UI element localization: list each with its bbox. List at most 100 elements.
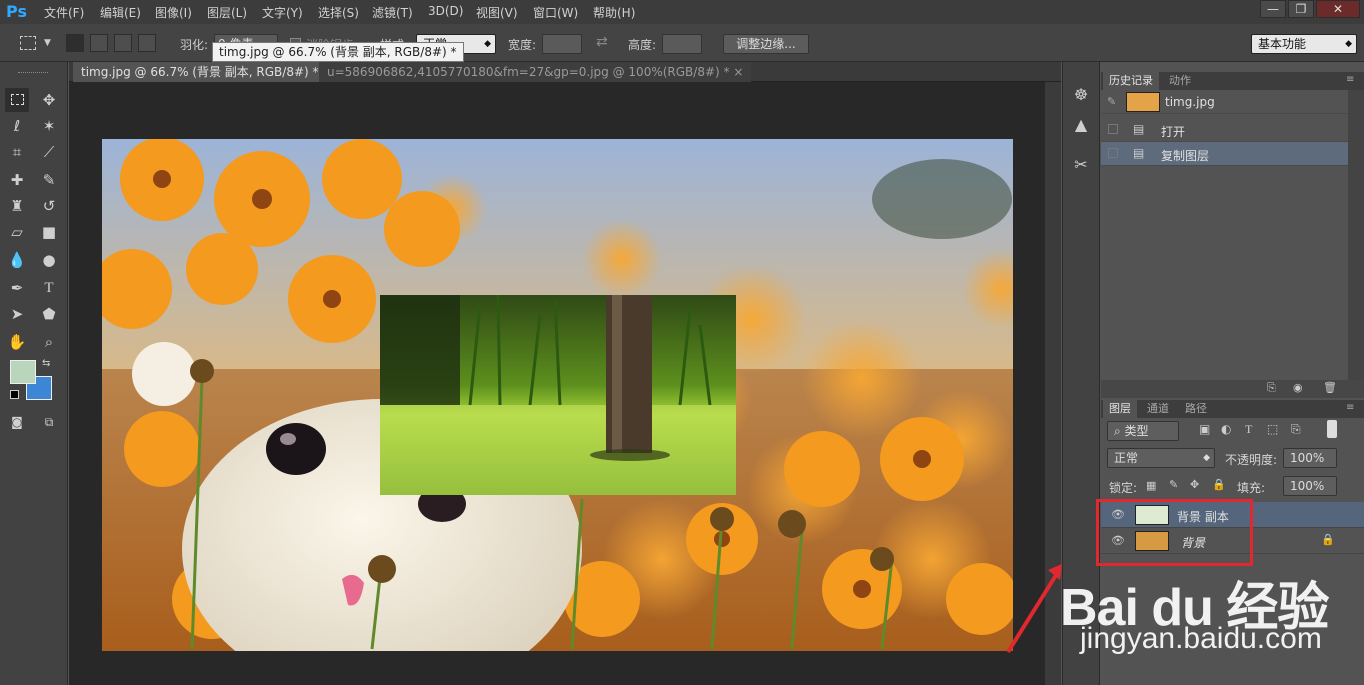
gradient-tool-icon[interactable]: ■ bbox=[37, 220, 61, 244]
minimize-button[interactable]: — bbox=[1260, 0, 1286, 18]
subtract-selection-icon[interactable] bbox=[114, 34, 132, 52]
panel-menu-icon[interactable]: ≡ bbox=[1346, 402, 1354, 413]
updown-icon: ◆ bbox=[484, 39, 491, 49]
menu-3d[interactable]: 3D(D) bbox=[428, 4, 463, 18]
menu-select[interactable]: 选择(S) bbox=[318, 4, 359, 21]
opacity-value: 100% bbox=[1290, 451, 1325, 465]
panel-menu-icon[interactable]: ≡ bbox=[1346, 74, 1354, 85]
trash-icon[interactable]: 🗑 bbox=[1323, 381, 1337, 394]
history-checkbox[interactable] bbox=[1108, 148, 1118, 158]
history-item-duplicate-layer[interactable]: ▤ 复制图层 bbox=[1101, 142, 1348, 166]
type-tool-icon[interactable]: T bbox=[37, 276, 61, 300]
fill-input[interactable]: 100% bbox=[1283, 476, 1337, 496]
watermark-url: jingyan.baidu.com bbox=[1080, 622, 1322, 655]
history-checkbox[interactable] bbox=[1108, 124, 1118, 134]
pasted-grass-image[interactable] bbox=[380, 295, 736, 495]
snapshot-thumbnail bbox=[1126, 92, 1160, 112]
path-select-icon[interactable]: ➤ bbox=[5, 302, 29, 326]
pen-tool-icon[interactable]: ✒ bbox=[5, 276, 29, 300]
healing-brush-icon[interactable]: ✚ bbox=[5, 168, 29, 192]
move-tool-icon[interactable]: ✥ bbox=[37, 88, 61, 112]
menu-edit[interactable]: 编辑(E) bbox=[100, 4, 141, 21]
menu-filter[interactable]: 滤镜(T) bbox=[372, 4, 413, 21]
blur-tool-icon[interactable]: 💧 bbox=[5, 248, 29, 272]
history-brush-icon[interactable]: ↺ bbox=[37, 194, 61, 218]
marquee-preset-icon[interactable] bbox=[20, 36, 36, 50]
rect-marquee-icon[interactable] bbox=[5, 88, 29, 112]
menu-type[interactable]: 文字(Y) bbox=[262, 4, 303, 21]
height-input[interactable] bbox=[662, 34, 702, 54]
smart-object-filter-icon[interactable]: ⎘ bbox=[1291, 422, 1301, 437]
swap-icon[interactable]: ⇄ bbox=[596, 34, 608, 50]
foreground-color-swatch[interactable] bbox=[10, 360, 36, 384]
tab-timg[interactable]: timg.jpg @ 66.7% (背景 副本, RGB/8#) * × bbox=[73, 62, 341, 82]
quick-mask-icon[interactable]: ◙ bbox=[5, 410, 29, 434]
history-scrollbar[interactable] bbox=[1348, 90, 1364, 380]
histogram-icon[interactable]: ▲ bbox=[1070, 114, 1092, 136]
lock-transparent-icon[interactable]: ▦ bbox=[1146, 479, 1156, 492]
tab-actions[interactable]: 动作 bbox=[1163, 72, 1197, 90]
brush-tool-icon[interactable]: ✎ bbox=[37, 168, 61, 192]
close-window-button[interactable]: ✕ bbox=[1316, 0, 1360, 18]
refine-edge-button[interactable]: 调整边缘... bbox=[723, 34, 809, 54]
swap-colors-icon[interactable]: ⇆ bbox=[42, 358, 50, 369]
magic-wand-icon[interactable]: ✶ bbox=[37, 114, 61, 138]
tab-second-label: u=586906862,4105770180&fm=27&gp=0.jpg @ … bbox=[327, 65, 730, 79]
menu-layer[interactable]: 图层(L) bbox=[207, 4, 247, 21]
add-selection-icon[interactable] bbox=[90, 34, 108, 52]
tab-history[interactable]: 历史记录 bbox=[1103, 72, 1159, 90]
lock-move-icon[interactable]: ✥ bbox=[1190, 478, 1199, 491]
width-input[interactable] bbox=[542, 34, 582, 54]
tab-second-image[interactable]: u=586906862,4105770180&fm=27&gp=0.jpg @ … bbox=[319, 62, 752, 82]
navigator-icon[interactable]: ☸ bbox=[1070, 84, 1092, 106]
lock-paint-icon[interactable]: ✎ bbox=[1169, 478, 1178, 491]
menu-window[interactable]: 窗口(W) bbox=[533, 4, 578, 21]
tab-layers[interactable]: 图层 bbox=[1103, 400, 1137, 418]
eraser-tool-icon[interactable]: ▱ bbox=[5, 220, 29, 244]
fill-value: 100% bbox=[1290, 479, 1325, 493]
history-brush-source-icon[interactable]: ✎ bbox=[1107, 95, 1116, 108]
screen-mode-icon[interactable]: ⧉ bbox=[37, 410, 61, 434]
hand-tool-icon[interactable]: ✋ bbox=[5, 330, 29, 354]
close-icon[interactable]: × bbox=[733, 65, 743, 79]
tab-paths[interactable]: 路径 bbox=[1179, 400, 1213, 418]
default-colors-icon[interactable] bbox=[10, 390, 19, 399]
lock-all-icon[interactable]: 🔒 bbox=[1212, 478, 1226, 491]
adjustment-filter-icon[interactable]: ◐ bbox=[1221, 422, 1231, 436]
lasso-tool-icon[interactable]: ℓ bbox=[5, 114, 29, 138]
shape-filter-icon[interactable]: ⬚ bbox=[1267, 422, 1278, 436]
crop-tool-icon[interactable]: ⌗ bbox=[5, 140, 29, 164]
clone-stamp-icon[interactable]: ♜ bbox=[5, 194, 29, 218]
eyedropper-icon[interactable]: ⟋ bbox=[37, 140, 61, 164]
camera-icon[interactable]: ◉ bbox=[1293, 381, 1303, 394]
opacity-input[interactable]: 100% bbox=[1283, 448, 1337, 468]
history-item-open[interactable]: ▤ 打开 bbox=[1101, 118, 1348, 142]
layers-panel-tabs: 图层 通道 路径 ≡ bbox=[1101, 400, 1364, 418]
document-icon: ▤ bbox=[1133, 146, 1145, 160]
menu-image[interactable]: 图像(I) bbox=[155, 4, 192, 21]
filter-kind-value: 类型 bbox=[1124, 424, 1149, 438]
new-selection-icon[interactable] bbox=[66, 34, 84, 52]
zoom-tool-icon[interactable]: ⌕ bbox=[37, 330, 61, 354]
toolbox-grip[interactable] bbox=[18, 72, 48, 75]
shape-tool-icon[interactable]: ⬟ bbox=[37, 302, 61, 326]
chevron-down-icon[interactable]: ▼ bbox=[44, 38, 51, 48]
menu-view[interactable]: 视图(V) bbox=[476, 4, 518, 21]
menu-file[interactable]: 文件(F) bbox=[44, 4, 84, 21]
filter-toggle[interactable] bbox=[1327, 420, 1337, 438]
tools-panel-icon[interactable]: ✂ bbox=[1070, 154, 1092, 176]
pixel-filter-icon[interactable]: ▣ bbox=[1199, 422, 1210, 436]
dodge-tool-icon[interactable]: ● bbox=[37, 248, 61, 272]
restore-button[interactable]: ❐ bbox=[1288, 0, 1314, 18]
blend-mode-dropdown[interactable]: 正常 ◆ bbox=[1107, 448, 1215, 468]
new-document-icon[interactable]: ⎘ bbox=[1267, 381, 1276, 395]
intersect-selection-icon[interactable] bbox=[138, 34, 156, 52]
layer-filter-dropdown[interactable]: ⌕ 类型 bbox=[1107, 421, 1179, 441]
search-icon: ⌕ bbox=[1114, 424, 1125, 438]
blend-mode-value: 正常 bbox=[1114, 451, 1139, 465]
history-snapshot[interactable]: ✎ timg.jpg bbox=[1101, 90, 1348, 114]
type-filter-icon[interactable]: T bbox=[1245, 422, 1252, 437]
workspace-dropdown[interactable]: 基本功能 ◆ bbox=[1251, 34, 1357, 54]
menu-help[interactable]: 帮助(H) bbox=[593, 4, 635, 21]
tab-channels[interactable]: 通道 bbox=[1141, 400, 1175, 418]
